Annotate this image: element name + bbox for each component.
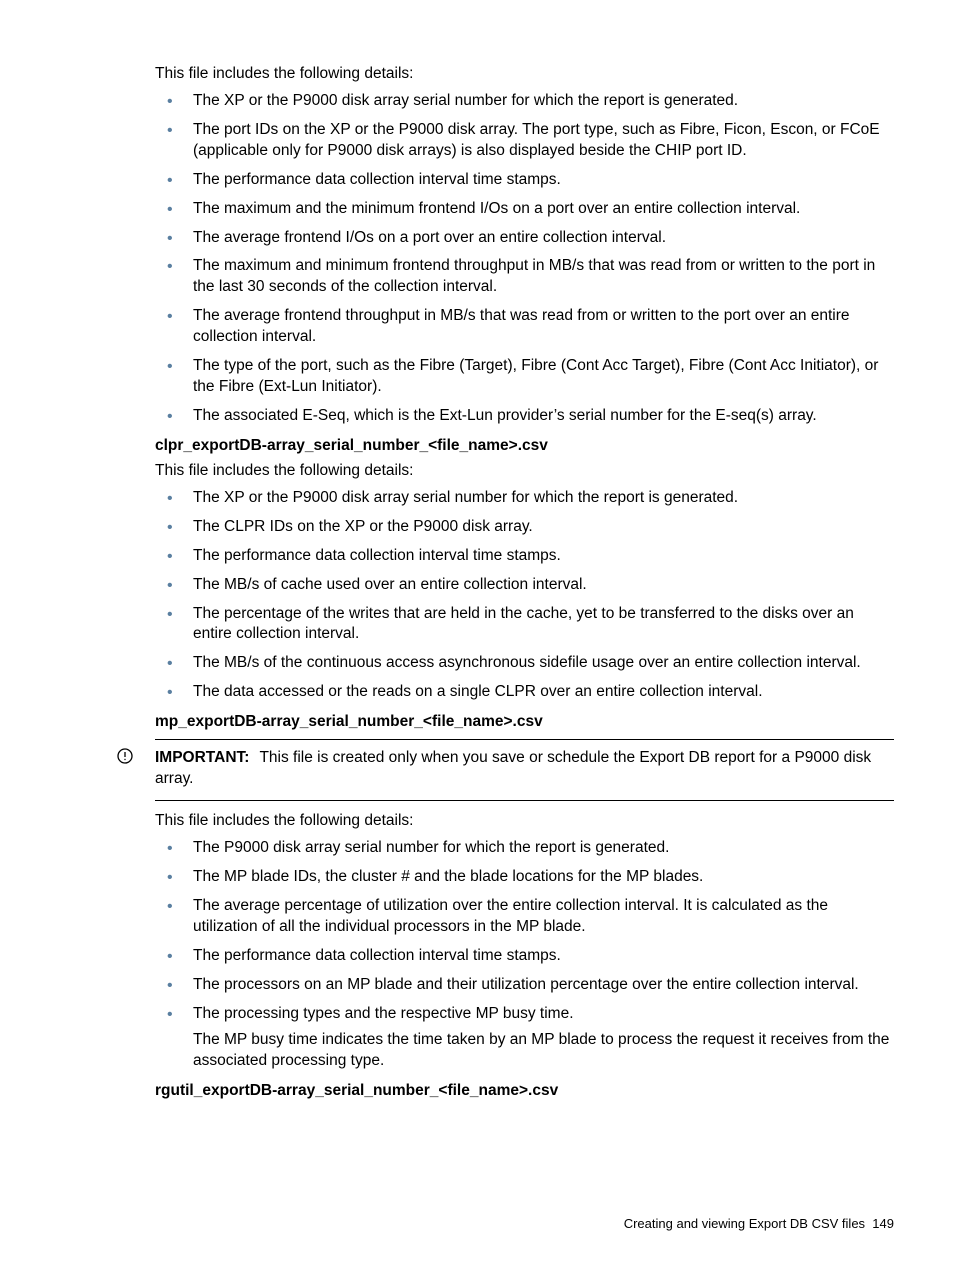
list-item: The processing types and the respective …	[155, 1004, 894, 1073]
list-item-cont: The MP busy time indicates the time take…	[193, 1030, 894, 1072]
section2-intro: This file includes the following details…	[155, 461, 894, 482]
list-item: The maximum and minimum frontend through…	[155, 256, 894, 298]
list-item: The data accessed or the reads on a sing…	[155, 682, 894, 703]
section4-heading: rgutil_exportDB-array_serial_number_<fil…	[155, 1082, 894, 1100]
list-item: The maximum and the minimum frontend I/O…	[155, 199, 894, 220]
important-icon	[117, 748, 133, 771]
list-item: The XP or the P9000 disk array serial nu…	[155, 91, 894, 112]
list-item: The XP or the P9000 disk array serial nu…	[155, 488, 894, 509]
list-item: The MB/s of the continuous access asynch…	[155, 653, 894, 674]
list-item: The percentage of the writes that are he…	[155, 604, 894, 646]
section1-list: The XP or the P9000 disk array serial nu…	[155, 91, 894, 427]
list-item: The performance data collection interval…	[155, 170, 894, 191]
list-item: The associated E-Seq, which is the Ext-L…	[155, 406, 894, 427]
list-item: The performance data collection interval…	[155, 946, 894, 967]
list-item-text: The processing types and the respective …	[193, 1005, 574, 1022]
important-label: IMPORTANT:	[155, 749, 249, 766]
page: This file includes the following details…	[0, 0, 954, 1271]
list-item: The port IDs on the XP or the P9000 disk…	[155, 120, 894, 162]
section1-intro: This file includes the following details…	[155, 64, 894, 85]
section3-heading: mp_exportDB-array_serial_number_<file_na…	[155, 713, 894, 731]
list-item: The CLPR IDs on the XP or the P9000 disk…	[155, 517, 894, 538]
list-item: The MB/s of cache used over an entire co…	[155, 575, 894, 596]
footer-page: 149	[872, 1216, 894, 1231]
list-item: The performance data collection interval…	[155, 546, 894, 567]
list-item: The average frontend throughput in MB/s …	[155, 306, 894, 348]
important-text: This file is created only when you save …	[155, 749, 871, 787]
section2-list: The XP or the P9000 disk array serial nu…	[155, 488, 894, 703]
important-note: IMPORTANT:This file is created only when…	[155, 739, 894, 801]
footer-text: Creating and viewing Export DB CSV files	[624, 1216, 865, 1231]
section2-heading: clpr_exportDB-array_serial_number_<file_…	[155, 437, 894, 455]
section3-intro: This file includes the following details…	[155, 811, 894, 832]
list-item: The P9000 disk array serial number for w…	[155, 838, 894, 859]
list-item: The average frontend I/Os on a port over…	[155, 228, 894, 249]
list-item: The MP blade IDs, the cluster # and the …	[155, 867, 894, 888]
footer: Creating and viewing Export DB CSV files…	[624, 1216, 894, 1231]
list-item: The average percentage of utilization ov…	[155, 896, 894, 938]
list-item: The processors on an MP blade and their …	[155, 975, 894, 996]
section3-list: The P9000 disk array serial number for w…	[155, 838, 894, 1072]
list-item: The type of the port, such as the Fibre …	[155, 356, 894, 398]
